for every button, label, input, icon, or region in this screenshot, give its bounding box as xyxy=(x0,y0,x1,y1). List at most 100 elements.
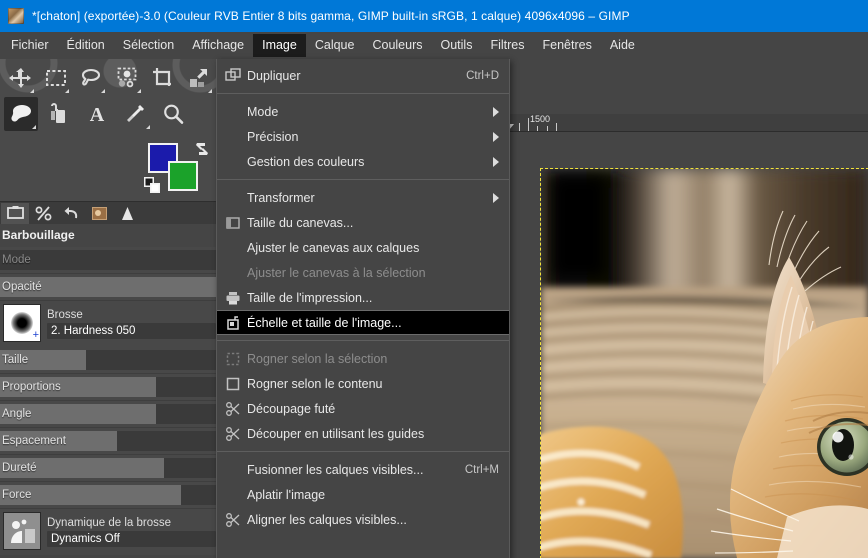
menubar-item-fichier[interactable]: Fichier xyxy=(2,34,58,57)
crop-icon xyxy=(152,68,171,86)
option-row-espacement[interactable]: Espacement xyxy=(0,428,216,455)
scale-image-icon xyxy=(225,315,241,331)
images-thumbnail-icon xyxy=(91,207,107,220)
proportions-slider[interactable] xyxy=(0,377,216,397)
background-color-swatch[interactable] xyxy=(168,161,198,191)
dock-tab-images[interactable] xyxy=(85,203,113,224)
menu-item-taille-du-canevas[interactable]: Taille du canevas... xyxy=(217,210,509,235)
chevron-right-icon xyxy=(493,156,499,167)
tool-corner-indicator xyxy=(208,89,213,93)
ruler-label-1500: 1500 xyxy=(530,114,551,124)
menubar-item-calque[interactable]: Calque xyxy=(306,34,364,57)
color-picker-tool-button[interactable] xyxy=(118,97,152,131)
dynamics-preview-icon[interactable] xyxy=(3,512,41,550)
menu-separator xyxy=(217,451,509,452)
svg-text:A: A xyxy=(90,104,105,125)
opacite-slider[interactable] xyxy=(0,277,216,297)
force-slider[interactable] xyxy=(0,485,216,505)
menu-item-dupliquer[interactable]: Dupliquer Ctrl+D xyxy=(217,63,509,88)
free-select-tool-button[interactable] xyxy=(75,61,107,95)
transform-tool-button[interactable] xyxy=(182,61,214,95)
dock-tab-undo-history[interactable] xyxy=(57,203,85,224)
menubar-item-selection[interactable]: Sélection xyxy=(114,34,183,57)
image-canvas-kitten[interactable] xyxy=(540,168,868,558)
text-tool-button[interactable]: A xyxy=(80,97,114,131)
reset-colors-icon[interactable] xyxy=(144,177,162,195)
menu-separator xyxy=(217,179,509,180)
menubar-item-couleurs[interactable]: Couleurs xyxy=(363,34,431,57)
menu-item-ajuster-canevas-aux-calques[interactable]: Ajuster le canevas aux calques xyxy=(217,235,509,260)
option-row-mode[interactable]: Mode xyxy=(0,247,216,274)
lasso-icon xyxy=(82,68,101,86)
fuzzy-select-tool-button[interactable] xyxy=(111,61,143,95)
menu-item-label: Gestion des couleurs xyxy=(247,154,365,169)
menu-item-label: Découper en utilisant les guides xyxy=(247,426,425,441)
menu-item-precision[interactable]: Précision xyxy=(217,124,509,149)
menu-item-decouper-en-utilisant-les-guides[interactable]: Découper en utilisant les guides xyxy=(217,421,509,446)
mode-dropdown[interactable] xyxy=(0,250,216,270)
dock-tab-spacer xyxy=(141,203,216,224)
brush-selector-row[interactable]: + Brosse 2. Hardness 050 xyxy=(0,301,216,347)
rectangle-select-tool-button[interactable] xyxy=(40,61,72,95)
swap-colors-icon[interactable] xyxy=(194,141,210,157)
menubar-item-aide[interactable]: Aide xyxy=(601,34,644,57)
menu-item-accel: Ctrl+D xyxy=(466,69,499,82)
option-row-taille[interactable]: Taille xyxy=(0,347,216,374)
brush-plus-badge: + xyxy=(32,329,39,341)
menu-item-mode[interactable]: Mode xyxy=(217,99,509,124)
menu-item-fusionner-les-calques-visibles[interactable]: Fusionner les calques visibles... Ctrl+M xyxy=(217,457,509,482)
menu-item-decoupage-fute[interactable]: Découpage futé xyxy=(217,396,509,421)
duplicate-icon xyxy=(225,67,241,84)
zoom-tool-button[interactable] xyxy=(156,97,190,131)
crop-selection-icon xyxy=(225,351,241,367)
menu-item-label: Ajuster le canevas aux calques xyxy=(247,240,420,255)
menubar-item-fenetres[interactable]: Fenêtres xyxy=(533,34,600,57)
menu-item-rogner-selon-le-contenu[interactable]: Rogner selon le contenu xyxy=(217,371,509,396)
menubar-item-affichage[interactable]: Affichage xyxy=(183,34,253,57)
crop-tool-button[interactable] xyxy=(147,61,179,95)
image-menu-dropdown[interactable]: Dupliquer Ctrl+D Mode Précision Gestion … xyxy=(216,59,510,558)
dynamics-selector-row[interactable]: Dynamique de la brosse Dynamics Off xyxy=(0,509,216,555)
kitten-photo xyxy=(541,169,868,558)
menubar-item-filtres[interactable]: Filtres xyxy=(481,34,533,57)
option-row-angle[interactable]: Angle xyxy=(0,401,216,428)
tool-corner-indicator xyxy=(101,89,106,93)
option-row-durete[interactable]: Dureté xyxy=(0,455,216,482)
menubar-item-edition[interactable]: Édition xyxy=(58,34,114,57)
move-tool-button[interactable] xyxy=(4,61,36,95)
bucket-fill-tool-button[interactable] xyxy=(42,97,76,131)
brush-meta: Brosse 2. Hardness 050 xyxy=(41,304,216,344)
dock-tab-device-status[interactable] xyxy=(29,203,57,224)
option-row-proportions[interactable]: Proportions xyxy=(0,374,216,401)
undo-arrow-icon xyxy=(64,207,77,219)
text-icon: A xyxy=(90,104,105,125)
menu-bar: Fichier Édition Sélection Affichage Imag… xyxy=(0,32,868,59)
dock-tab-tool-options[interactable] xyxy=(1,203,29,224)
durete-slider[interactable] xyxy=(0,458,216,478)
menu-item-label: Ajuster le canevas à la sélection xyxy=(247,265,426,280)
brush-preview-icon[interactable]: + xyxy=(3,304,41,342)
menu-item-aplatir-l-image[interactable]: Aplatir l'image xyxy=(217,482,509,507)
brush-caption: Brosse xyxy=(47,309,83,321)
menu-separator xyxy=(217,340,509,341)
brush-value[interactable]: 2. Hardness 050 xyxy=(47,323,216,339)
option-row-opacite[interactable]: Opacité xyxy=(0,274,216,301)
menubar-item-outils[interactable]: Outils xyxy=(432,34,482,57)
menu-item-transformer[interactable]: Transformer xyxy=(217,185,509,210)
pointer-triangle-icon xyxy=(121,207,133,220)
menu-item-rogner-selon-la-selection: Rogner selon la sélection xyxy=(217,346,509,371)
menu-item-label: Aplatir l'image xyxy=(247,487,326,502)
dock-tab-pointer[interactable] xyxy=(113,203,141,224)
menu-item-gestion-des-couleurs[interactable]: Gestion des couleurs xyxy=(217,149,509,174)
taille-slider[interactable] xyxy=(0,350,216,370)
espacement-slider[interactable] xyxy=(0,431,216,451)
printer-icon xyxy=(225,290,241,306)
menu-item-aligner-les-calques-visibles[interactable]: Aligner les calques visibles... xyxy=(217,507,509,532)
menubar-item-image[interactable]: Image xyxy=(253,34,306,57)
angle-slider[interactable] xyxy=(0,404,216,424)
option-row-force[interactable]: Force xyxy=(0,482,216,509)
menu-item-echelle-et-taille-de-l-image[interactable]: Échelle et taille de l'image... xyxy=(217,310,509,335)
menu-item-taille-de-l-impression[interactable]: Taille de l'impression... xyxy=(217,285,509,310)
dynamics-value[interactable]: Dynamics Off xyxy=(47,531,216,547)
smudge-tool-button[interactable] xyxy=(4,97,38,131)
